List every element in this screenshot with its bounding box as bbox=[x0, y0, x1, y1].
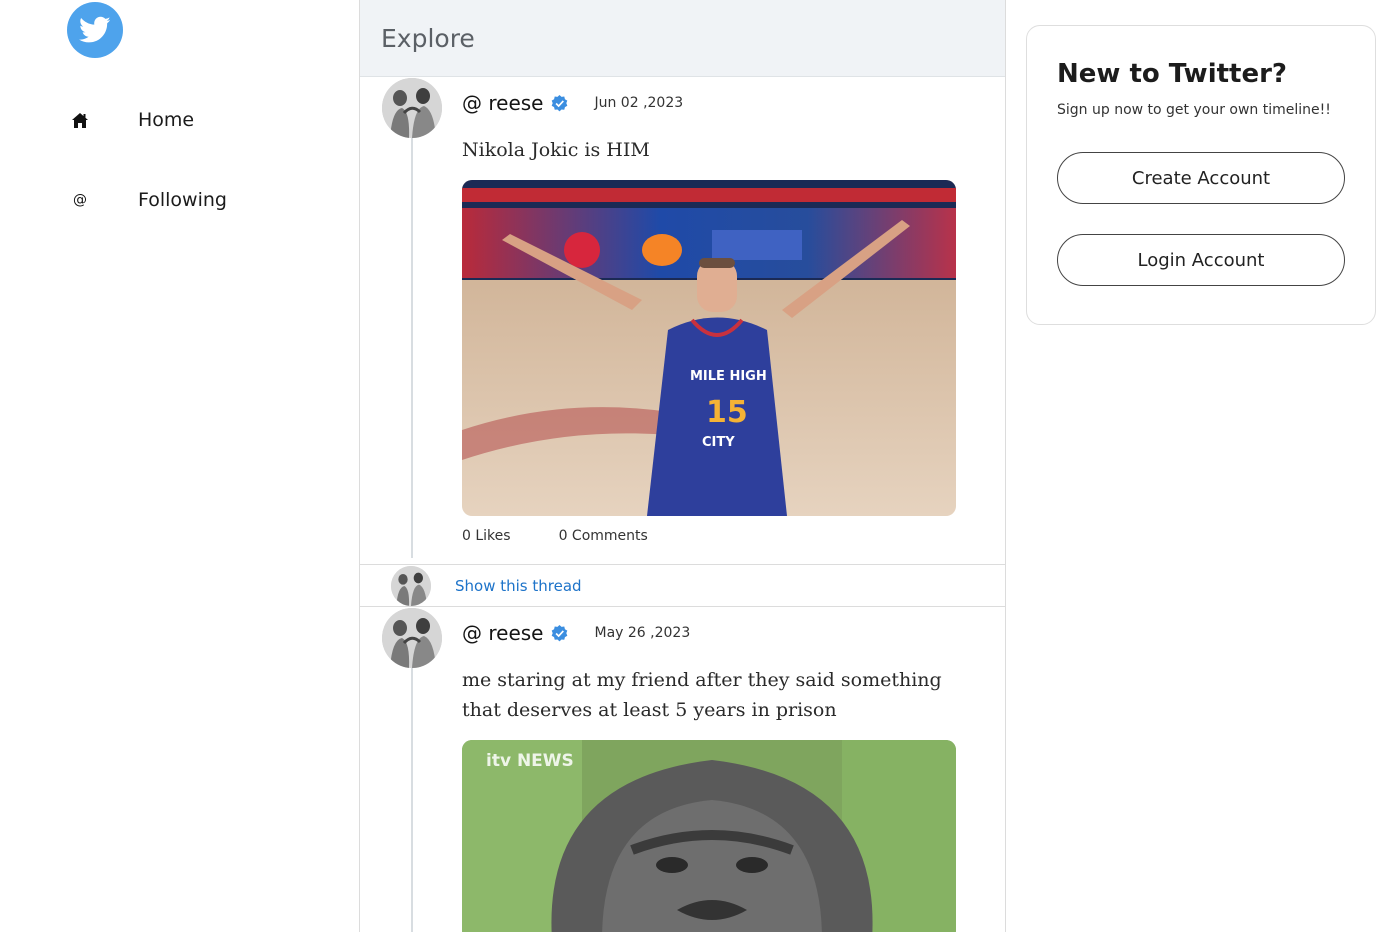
feed: Explore @ reese Jun 02 ,2023 Nikola Joki… bbox=[359, 0, 1006, 932]
avatar[interactable] bbox=[382, 608, 442, 668]
signup-card: New to Twitter? Sign up now to get your … bbox=[1026, 25, 1376, 325]
tweet-header: @ reese Jun 02 ,2023 bbox=[462, 91, 683, 115]
sidebar: Home @ Following bbox=[0, 0, 359, 932]
jersey-number: 15 bbox=[706, 395, 748, 430]
likes-count[interactable]: 0 Likes bbox=[462, 528, 511, 544]
verified-badge-icon bbox=[552, 624, 568, 641]
home-icon bbox=[70, 110, 90, 130]
media-watermark: itv NEWS bbox=[486, 751, 574, 771]
signup-subtitle: Sign up now to get your own timeline!! bbox=[1057, 102, 1331, 118]
tweet-text: me staring at my friend after they said … bbox=[462, 669, 942, 721]
sidebar-item-label: Following bbox=[138, 189, 227, 211]
tweet-header: @ reese May 26 ,2023 bbox=[462, 621, 690, 645]
tweet-handle[interactable]: @ reese bbox=[462, 621, 543, 645]
page-header: Explore bbox=[360, 0, 1005, 77]
page-title: Explore bbox=[381, 23, 475, 53]
jersey-text: CITY bbox=[702, 435, 735, 450]
jersey-text: MILE HIGH bbox=[690, 369, 767, 384]
twitter-bird-icon bbox=[79, 16, 111, 43]
tweet[interactable]: @ reese Jun 02 ,2023 Nikola Jokic is HIM bbox=[360, 77, 1005, 565]
verified-badge-icon bbox=[552, 94, 568, 111]
tweet-date: May 26 ,2023 bbox=[594, 625, 691, 641]
tweet-handle[interactable]: @ reese bbox=[462, 91, 543, 115]
tweet-image[interactable]: itv NEWS bbox=[462, 740, 956, 932]
tweet[interactable]: @ reese May 26 ,2023 me staring at my fr… bbox=[360, 607, 1005, 932]
at-icon: @ bbox=[73, 192, 87, 208]
avatar[interactable] bbox=[391, 566, 431, 606]
sidebar-item-label: Home bbox=[138, 109, 195, 131]
create-account-button[interactable]: Create Account bbox=[1057, 152, 1345, 204]
avatar[interactable] bbox=[382, 78, 442, 138]
show-thread-link[interactable]: Show this thread bbox=[455, 577, 582, 595]
login-account-button[interactable]: Login Account bbox=[1057, 234, 1345, 286]
twitter-logo[interactable] bbox=[67, 2, 123, 58]
tweet-date: Jun 02 ,2023 bbox=[594, 95, 684, 111]
divider bbox=[360, 564, 1005, 565]
sidebar-item-following[interactable]: @ Following bbox=[70, 189, 227, 211]
sidebar-item-home[interactable]: Home bbox=[70, 109, 194, 131]
signup-title: New to Twitter? bbox=[1057, 59, 1288, 89]
tweet-stats: 0 Likes 0 Comments bbox=[462, 528, 648, 544]
tweet-image[interactable]: MILE HIGH 15 CITY bbox=[462, 180, 956, 516]
comments-count[interactable]: 0 Comments bbox=[559, 528, 648, 544]
tweet-text: Nikola Jokic is HIM bbox=[462, 139, 650, 161]
